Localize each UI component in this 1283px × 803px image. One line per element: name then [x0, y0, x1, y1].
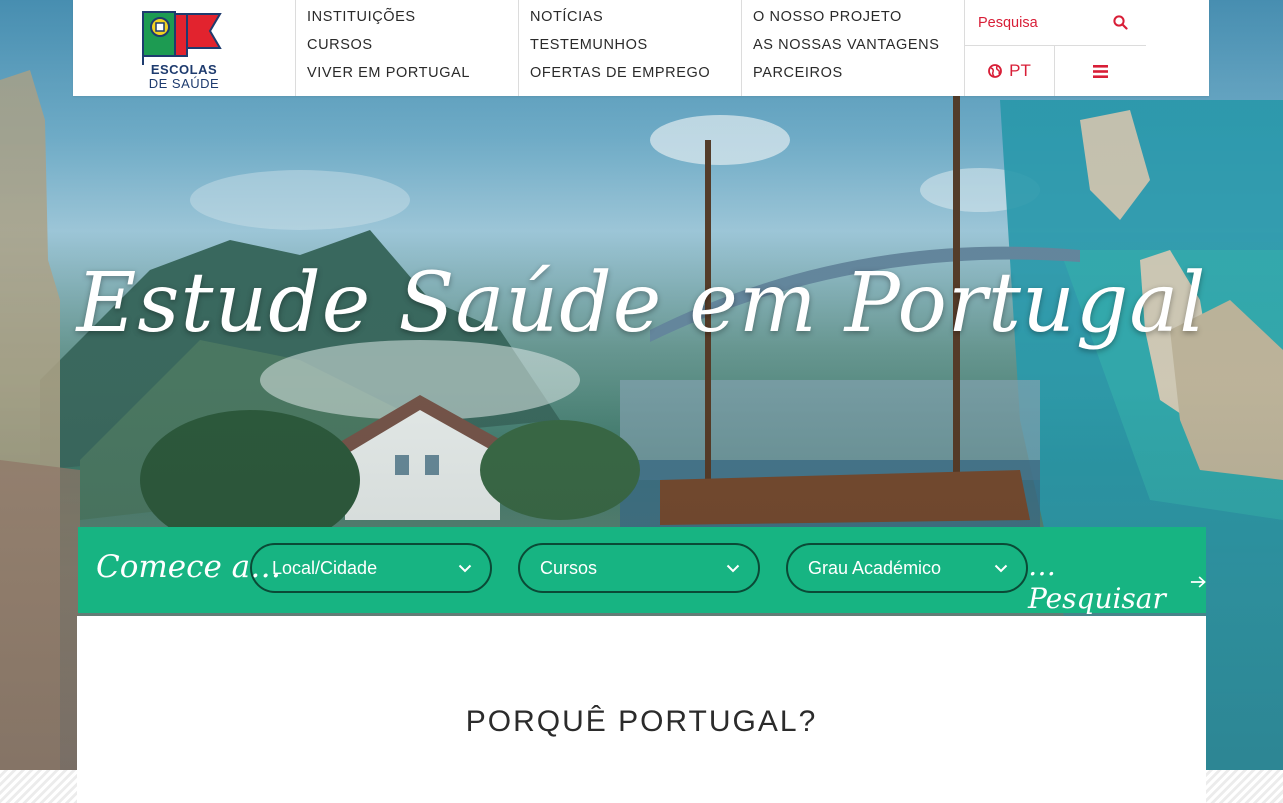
escolas-de-saude-logo: ESCOLAS DE SAÚDE: [140, 5, 228, 91]
language-selector[interactable]: PT: [965, 46, 1055, 96]
flag-logo-icon: [142, 11, 222, 65]
courses-dropdown-label: Cursos: [540, 557, 598, 578]
nav-column-2: NOTÍCIAS TESTEMUNHOS OFERTAS DE EMPREGO: [519, 0, 742, 96]
logo-link[interactable]: ESCOLAS DE SAÚDE: [73, 0, 296, 96]
language-label: PT: [1009, 61, 1031, 80]
nav-link-ofertas-de-emprego[interactable]: OFERTAS DE EMPREGO: [530, 64, 741, 92]
academic-degree-dropdown-label: Grau Académico: [808, 557, 942, 578]
logo-text-escolas: ESCOLAS: [150, 62, 218, 77]
chevron-down-icon: [994, 564, 1008, 572]
location-dropdown-label: Local/Cidade: [272, 557, 378, 578]
globe-icon: [988, 64, 1003, 78]
nav-link-as-nossas-vantagens[interactable]: AS NOSSAS VANTAGENS: [753, 36, 964, 64]
hero-title: Estude Saúde em Portugal: [76, 256, 1207, 351]
header-tools-row: PT: [965, 46, 1146, 96]
content-section: PORQUÊ PORTUGAL?: [77, 616, 1206, 803]
arrow-right-icon: [1190, 576, 1206, 588]
search-label: Pesquisa: [978, 14, 1038, 31]
site-header: ESCOLAS DE SAÚDE INSTITUIÇÕES CURSOS VIV…: [73, 0, 1209, 96]
chevron-down-icon: [726, 564, 740, 572]
nav-link-instituicoes[interactable]: INSTITUIÇÕES: [307, 8, 518, 36]
chevron-down-icon: [458, 564, 472, 572]
nav-link-cursos[interactable]: CURSOS: [307, 36, 518, 64]
academic-degree-dropdown[interactable]: Grau Académico: [786, 543, 1028, 593]
header-search-button[interactable]: Pesquisa: [965, 0, 1146, 46]
courses-dropdown[interactable]: Cursos: [518, 543, 760, 593]
search-submit-button[interactable]: …Pesquisar: [1028, 549, 1206, 615]
nav-link-parceiros[interactable]: PARCEIROS: [753, 64, 964, 92]
header-tools: Pesquisa PT: [965, 0, 1146, 96]
course-search-bar: Comece a… Local/Cidade Cursos Grau Acadé…: [78, 527, 1206, 615]
nav-link-noticias[interactable]: NOTÍCIAS: [530, 8, 741, 36]
search-icon: [1113, 15, 1128, 30]
nav-column-3: O NOSSO PROJETO AS NOSSAS VANTAGENS PARC…: [742, 0, 965, 96]
section-title: PORQUÊ PORTUGAL?: [465, 705, 818, 738]
hamburger-menu-button[interactable]: [1055, 46, 1146, 96]
nav-column-1: INSTITUIÇÕES CURSOS VIVER EM PORTUGAL: [296, 0, 519, 96]
nav-link-o-nosso-projeto[interactable]: O NOSSO PROJETO: [753, 8, 964, 36]
search-submit-label: …Pesquisar: [1028, 549, 1166, 615]
nav-link-testemunhos[interactable]: TESTEMUNHOS: [530, 36, 741, 64]
nav-link-viver-em-portugal[interactable]: VIVER EM PORTUGAL: [307, 64, 518, 92]
logo-text-de-saude: DE SAÚDE: [148, 76, 220, 91]
location-dropdown[interactable]: Local/Cidade: [250, 543, 492, 593]
hamburger-menu-icon: [1093, 64, 1108, 78]
